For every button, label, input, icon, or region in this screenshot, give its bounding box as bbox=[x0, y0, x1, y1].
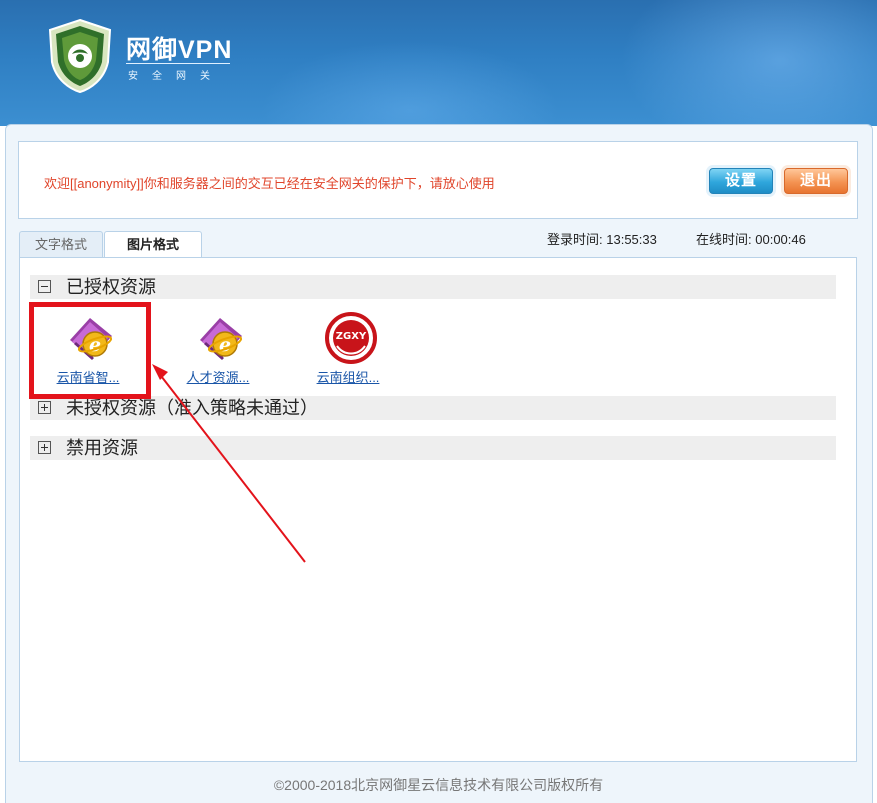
expand-icon[interactable] bbox=[38, 401, 51, 414]
tab-text-format[interactable]: 文字格式 bbox=[19, 231, 103, 258]
logout-button[interactable]: 退出 bbox=[784, 168, 848, 194]
brand-title: 网御VPN bbox=[126, 36, 233, 64]
online-time-value: 00:00:46 bbox=[755, 232, 806, 247]
online-time-group: 在线时间: 00:00:46 bbox=[696, 229, 806, 248]
zgxy-logo-icon: ZGXY bbox=[325, 312, 377, 364]
section-unauthorized[interactable]: 未授权资源（准入策略未通过） bbox=[30, 396, 836, 420]
ie-folder-icon: e bbox=[200, 318, 243, 360]
header-glow bbox=[260, 40, 560, 126]
tab-image-format[interactable]: 图片格式 bbox=[104, 231, 202, 259]
highlight-box bbox=[29, 302, 151, 399]
section-disabled[interactable]: 禁用资源 bbox=[30, 436, 836, 460]
settings-button[interactable]: 设置 bbox=[709, 168, 773, 194]
collapse-icon[interactable] bbox=[38, 280, 51, 293]
section-label: 禁用资源 bbox=[66, 438, 138, 458]
expand-icon[interactable] bbox=[38, 441, 51, 454]
section-label: 未授权资源（准入策略未通过） bbox=[66, 398, 318, 418]
welcome-bar: 欢迎[[anonymity]]你和服务器之间的交互已经在安全网关的保护下，请放心… bbox=[18, 141, 858, 219]
login-time-label: 登录时间: bbox=[547, 232, 603, 247]
login-time-group: 登录时间: 13:55:33 bbox=[547, 229, 657, 248]
brand-subtitle: 安全网关 bbox=[128, 71, 224, 82]
resource-item[interactable]: e 人才资源... bbox=[170, 308, 266, 388]
section-authorized[interactable]: 已授权资源 bbox=[30, 275, 836, 299]
footer-copyright: ©2000-2018北京网御星云信息技术有限公司版权所有 bbox=[273, 777, 604, 793]
section-label: 已授权资源 bbox=[66, 277, 156, 297]
resource-link[interactable]: 云南组织... bbox=[300, 367, 396, 386]
header-banner: 网御VPN 安全网关 bbox=[0, 0, 877, 126]
brand-divider bbox=[126, 63, 230, 64]
zgxy-logo-text: ZGXY bbox=[336, 331, 367, 342]
shield-logo-icon bbox=[48, 18, 112, 94]
resource-item[interactable]: ZGXY 云南组织... bbox=[300, 308, 396, 388]
resource-link[interactable]: 人才资源... bbox=[170, 367, 266, 386]
welcome-message: 欢迎[[anonymity]]你和服务器之间的交互已经在安全网关的保护下，请放心… bbox=[44, 176, 495, 191]
online-time-label: 在线时间: bbox=[696, 232, 752, 247]
header-glow bbox=[620, 0, 877, 126]
login-time-value: 13:55:33 bbox=[606, 232, 657, 247]
